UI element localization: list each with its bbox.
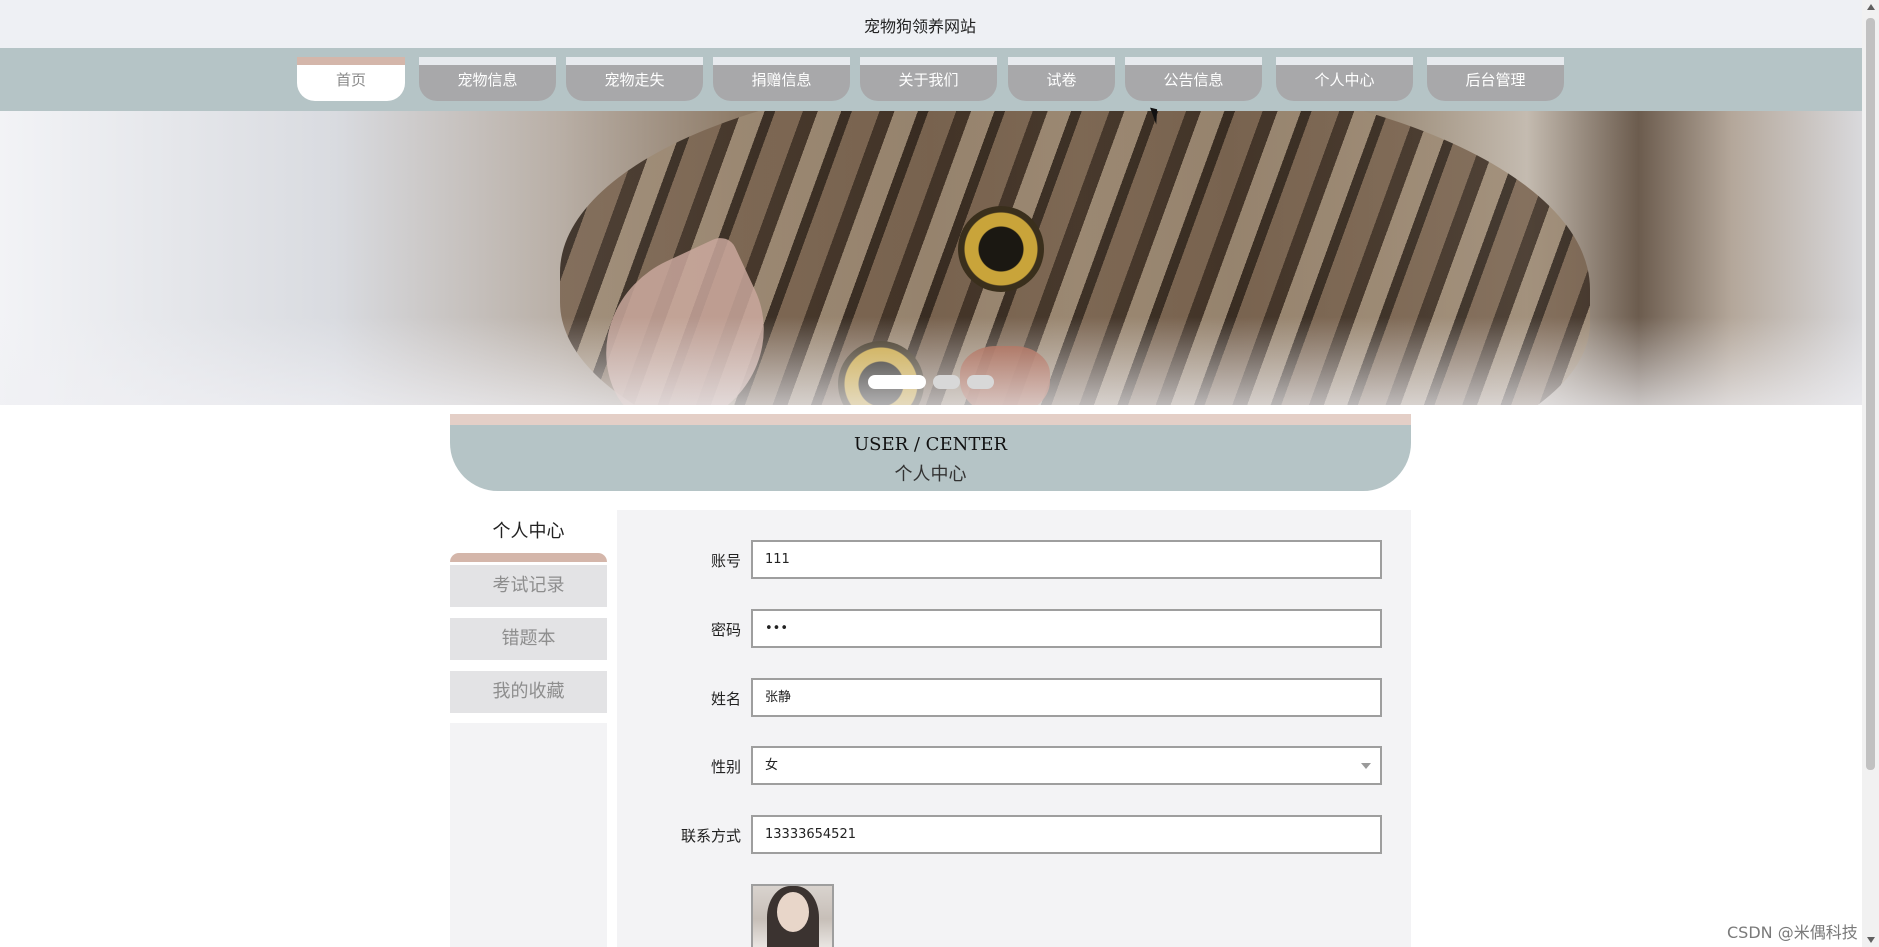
nav-item-exam[interactable]: 试卷: [1008, 57, 1115, 101]
nav-item-admin[interactable]: 后台管理: [1427, 57, 1564, 101]
password-label: 密码: [710, 621, 741, 639]
carousel-dot-1[interactable]: [868, 375, 926, 389]
user-center-title-cn: 个人中心: [894, 464, 967, 485]
nav-item-donations[interactable]: 捐赠信息: [713, 57, 850, 101]
site-title: 宠物狗领养网站: [863, 17, 976, 36]
watermark: CSDN @米偶科技: [1727, 923, 1858, 942]
avatar-face: [777, 892, 809, 932]
profile-form: 账号 111 密码 ••• 姓名 张静 性别 女 联系方式 1333365452…: [617, 510, 1411, 947]
nav-item-label: 公告信息: [1163, 71, 1224, 89]
gender-label: 性别: [710, 758, 741, 776]
nav-item-personal-center[interactable]: 个人中心: [1276, 57, 1413, 101]
scroll-thumb[interactable]: [1866, 18, 1875, 770]
nav-item-about-us[interactable]: 关于我们: [860, 57, 997, 101]
name-label: 姓名: [710, 690, 741, 708]
avatar-image[interactable]: [751, 884, 834, 947]
main-nav: 首页 宠物信息 宠物走失 捐赠信息 关于我们 试卷 公告信息 个人中心 后台管理: [0, 48, 1862, 111]
nav-item-label: 个人中心: [1314, 71, 1375, 89]
scroll-up-icon[interactable]: [1867, 4, 1875, 10]
carousel-dot-3[interactable]: [967, 375, 994, 389]
nav-item-announcements[interactable]: 公告信息: [1125, 57, 1262, 101]
banner-overlay: [0, 111, 1862, 405]
gender-select[interactable]: 女: [751, 746, 1382, 785]
nav-item-label: 首页: [335, 71, 366, 89]
sidebar-background: [450, 723, 607, 947]
account-input[interactable]: 111: [751, 540, 1382, 579]
site-header: 宠物狗领养网站: [0, 0, 1862, 48]
hero-banner: [0, 111, 1862, 405]
user-center-title-en: USER / CENTER: [853, 434, 1008, 455]
password-input[interactable]: •••: [751, 609, 1382, 648]
carousel-dots: [0, 375, 1862, 389]
user-center-header: USER / CENTER 个人中心: [450, 414, 1411, 491]
sidebar-item-exam-records[interactable]: 考试记录: [450, 565, 607, 607]
sidebar-item-wrong-questions[interactable]: 错题本: [450, 618, 607, 660]
nav-item-label: 试卷: [1046, 71, 1077, 89]
page-scrollbar[interactable]: [1862, 0, 1879, 947]
nav-item-pet-info[interactable]: 宠物信息: [419, 57, 556, 101]
name-input[interactable]: 张静: [751, 678, 1382, 717]
nav-item-label: 宠物信息: [457, 71, 518, 89]
sidebar-title[interactable]: 个人中心: [450, 510, 607, 562]
account-label: 账号: [710, 552, 741, 570]
page: 宠物狗领养网站 首页 宠物信息 宠物走失 捐赠信息 关于我们 试卷 公告信息 个…: [0, 0, 1879, 947]
nav-item-lost-pets[interactable]: 宠物走失: [566, 57, 703, 101]
user-sidebar: 个人中心 考试记录 错题本 我的收藏: [450, 510, 607, 947]
contact-input[interactable]: 13333654521: [751, 815, 1382, 854]
nav-item-label: 后台管理: [1465, 71, 1526, 89]
nav-item-label: 捐赠信息: [751, 71, 812, 89]
nav-item-label: 宠物走失: [604, 71, 665, 89]
carousel-dot-2[interactable]: [933, 375, 960, 389]
nav-item-home[interactable]: 首页: [297, 57, 405, 101]
scroll-down-icon[interactable]: [1867, 937, 1875, 943]
contact-label: 联系方式: [680, 827, 741, 845]
nav-item-label: 关于我们: [898, 71, 959, 89]
sidebar-item-favorites[interactable]: 我的收藏: [450, 671, 607, 713]
